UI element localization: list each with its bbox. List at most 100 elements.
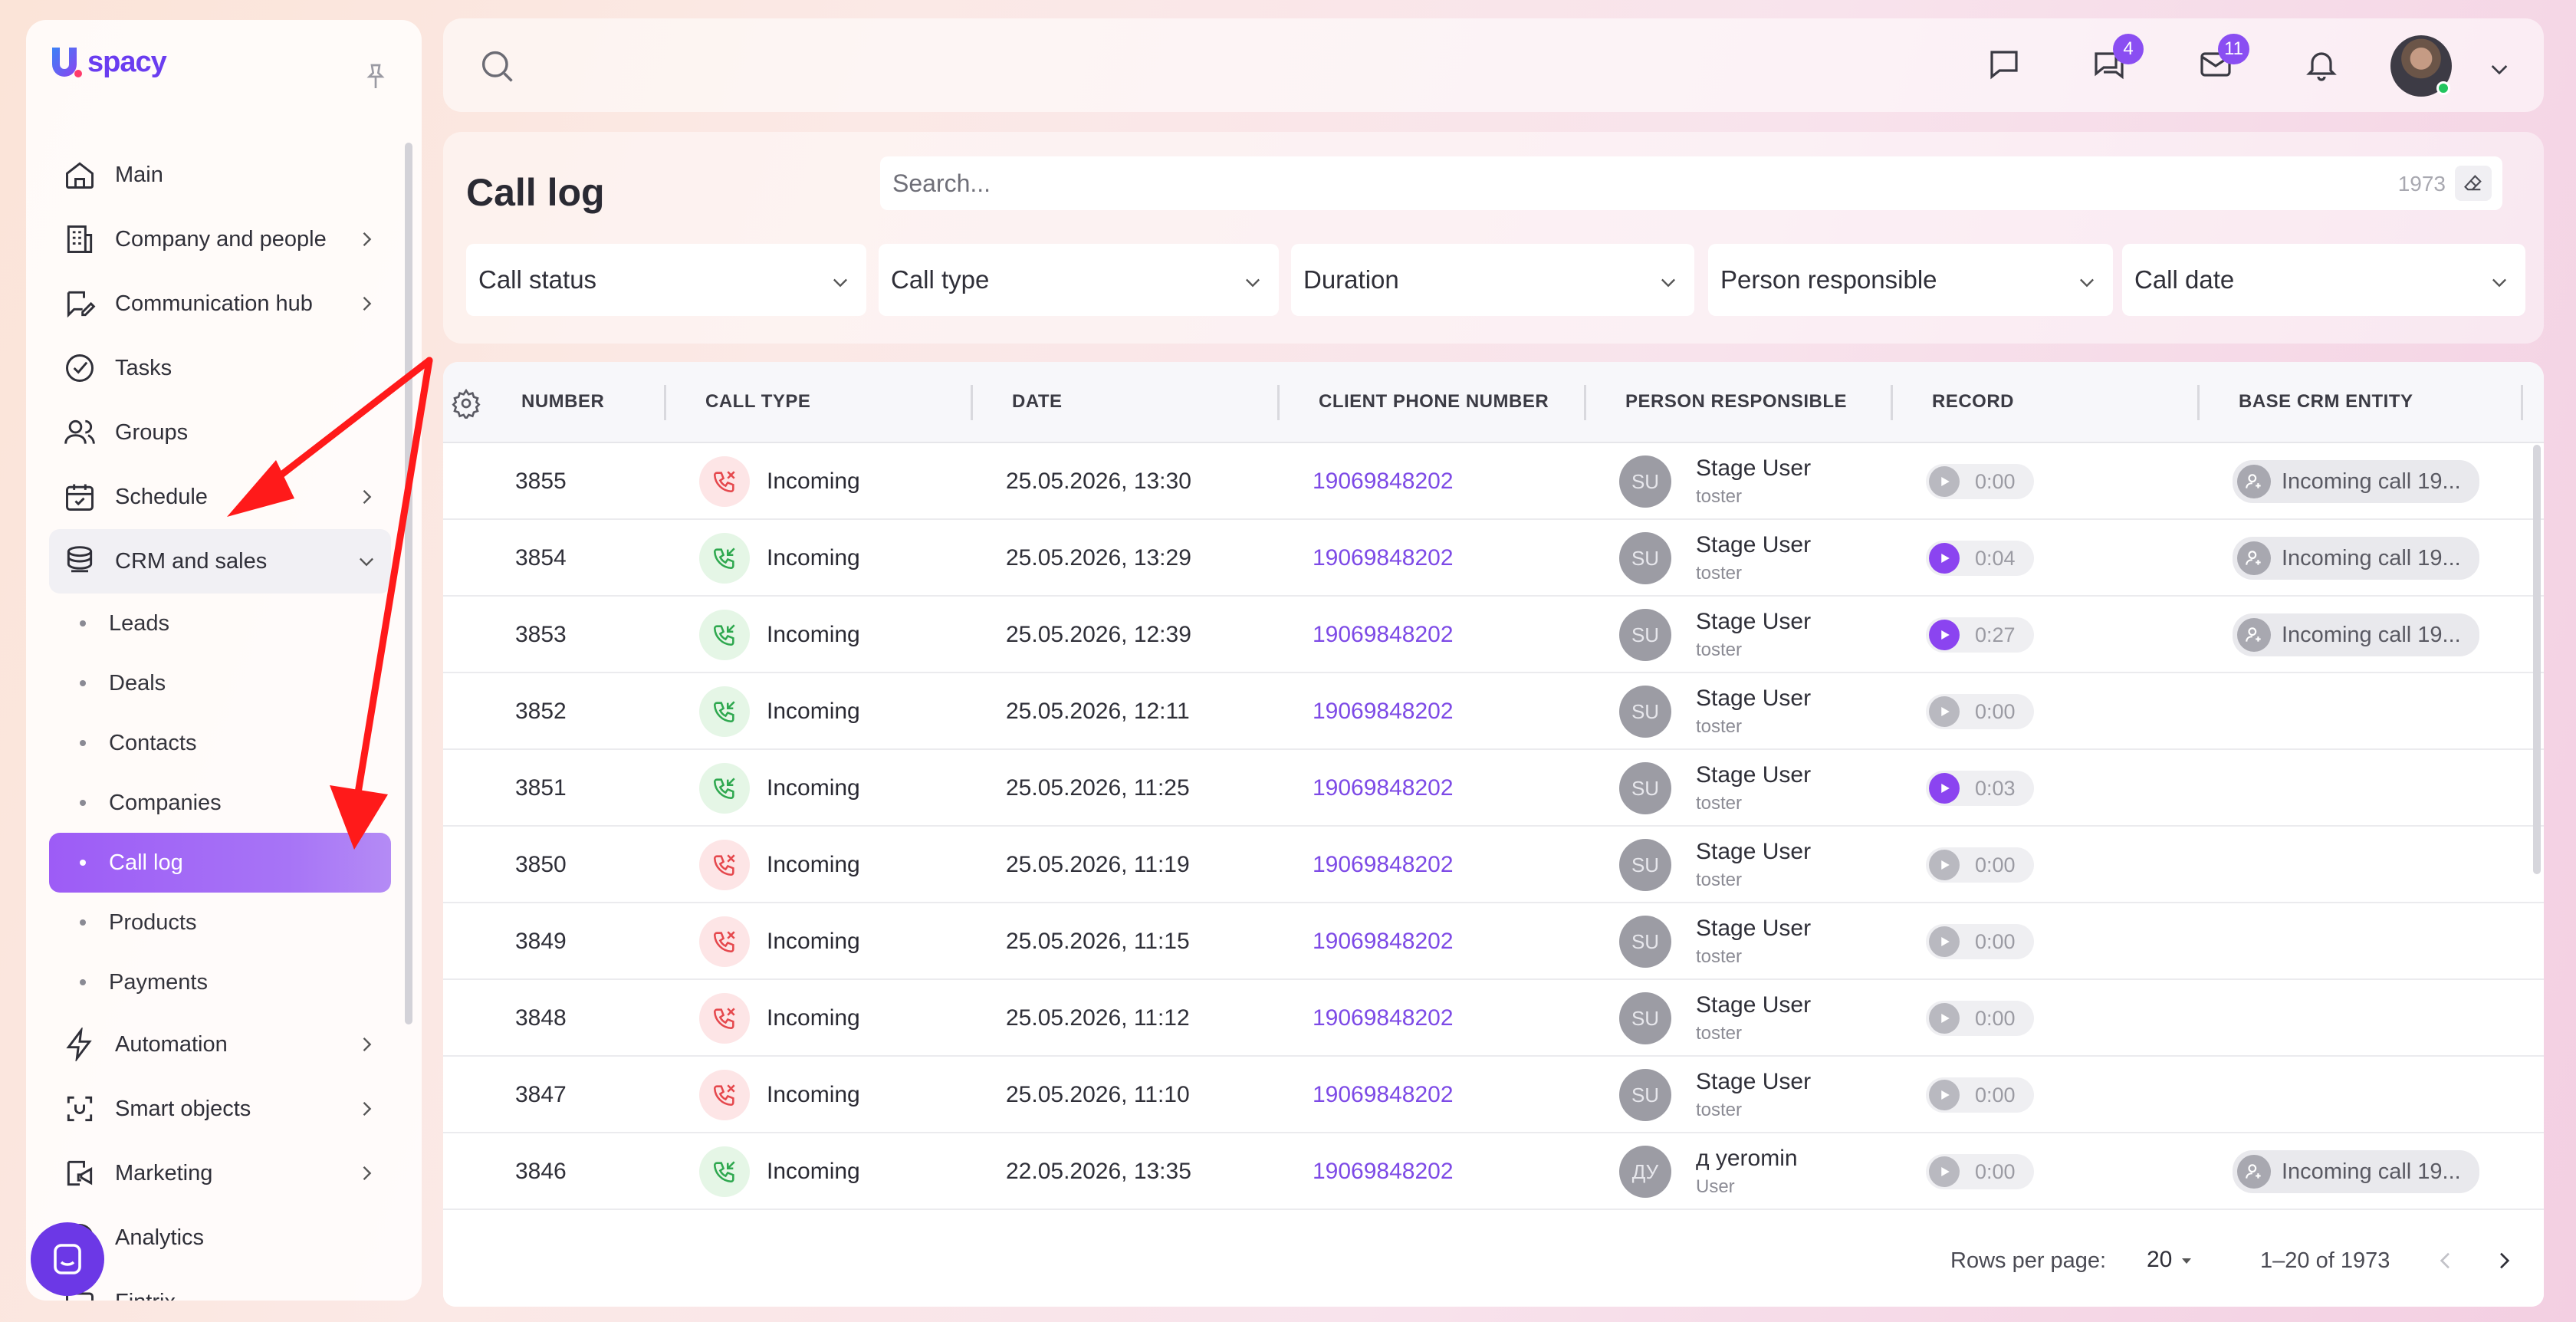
sidebar-item-communication-hub[interactable]: Communication hub bbox=[49, 271, 391, 336]
table-row[interactable]: 3851 Incoming 25.05.2026, 11:25 19069848202… bbox=[443, 750, 2544, 827]
column-header-base-crm-entity[interactable]: BASE CRM ENTITY bbox=[2239, 391, 2413, 413]
person-responsible-cell[interactable]: SU Stage User toster bbox=[1619, 750, 1811, 827]
sidebar-item-automation[interactable]: Automation bbox=[49, 1012, 391, 1077]
column-divider[interactable] bbox=[1891, 385, 1893, 420]
column-header-number[interactable]: NUMBER bbox=[521, 391, 604, 413]
user-avatar[interactable] bbox=[2390, 35, 2452, 97]
sidebar-subitem-leads[interactable]: Leads bbox=[49, 594, 391, 653]
person-responsible-cell[interactable]: SU Stage User toster bbox=[1619, 597, 1811, 673]
sidebar-item-groups[interactable]: Groups bbox=[49, 400, 391, 465]
play-icon[interactable] bbox=[1929, 1003, 1960, 1034]
audio-player[interactable]: 0:00 bbox=[1926, 1154, 2034, 1189]
sidebar-item-tasks[interactable]: Tasks bbox=[49, 336, 391, 400]
column-header-date[interactable]: DATE bbox=[1012, 391, 1063, 413]
column-header-person-responsible[interactable]: PERSON RESPONSIBLE bbox=[1625, 391, 1847, 413]
crm-entity-chip[interactable]: Incoming call 19... bbox=[2233, 613, 2479, 656]
caret-down-icon[interactable] bbox=[2177, 1251, 2196, 1274]
audio-player[interactable]: 0:00 bbox=[1926, 924, 2034, 959]
client-phone-link[interactable]: 19069848202 bbox=[1313, 827, 1454, 903]
sidebar-item-crm-and-sales[interactable]: CRM and sales bbox=[49, 529, 391, 594]
table-row[interactable]: 3852 Incoming 25.05.2026, 12:11 19069848202… bbox=[443, 673, 2544, 750]
column-header-client-phone[interactable]: CLIENT PHONE NUMBER bbox=[1319, 391, 1549, 413]
column-divider[interactable] bbox=[1584, 385, 1586, 420]
client-phone-link[interactable]: 19069848202 bbox=[1313, 443, 1454, 520]
play-icon[interactable] bbox=[1929, 926, 1960, 957]
column-header-record[interactable]: RECORD bbox=[1932, 391, 2014, 413]
sidebar-scrollbar[interactable] bbox=[405, 143, 412, 1024]
next-page-icon[interactable] bbox=[2487, 1244, 2521, 1278]
table-row[interactable]: 3854 Incoming 25.05.2026, 13:29 19069848202… bbox=[443, 520, 2544, 597]
pin-icon[interactable] bbox=[360, 61, 391, 92]
client-phone-link[interactable]: 19069848202 bbox=[1313, 750, 1454, 827]
audio-player[interactable]: 0:04 bbox=[1926, 541, 2034, 576]
person-responsible-cell[interactable]: ДУ д yeromin User bbox=[1619, 1133, 1798, 1210]
audio-player[interactable]: 0:00 bbox=[1926, 694, 2034, 729]
logo[interactable]: spacy bbox=[48, 43, 167, 81]
crm-entity-chip[interactable]: Incoming call 19... bbox=[2233, 1150, 2479, 1193]
table-row[interactable]: 3853 Incoming 25.05.2026, 12:39 19069848202… bbox=[443, 597, 2544, 673]
audio-player[interactable]: 0:00 bbox=[1926, 847, 2034, 883]
table-row[interactable]: 3850 Incoming 25.05.2026, 11:19 19069848202… bbox=[443, 827, 2544, 903]
play-icon[interactable] bbox=[1929, 543, 1960, 574]
sidebar-subitem-call-log[interactable]: Call log bbox=[49, 833, 391, 893]
filter-person-responsible[interactable]: Person responsible bbox=[1708, 244, 2113, 316]
person-responsible-cell[interactable]: SU Stage User toster bbox=[1619, 443, 1811, 520]
person-responsible-cell[interactable]: SU Stage User toster bbox=[1619, 520, 1811, 597]
table-row[interactable]: 3849 Incoming 25.05.2026, 11:15 19069848202… bbox=[443, 903, 2544, 980]
client-phone-link[interactable]: 19069848202 bbox=[1313, 903, 1454, 980]
sidebar-item-main[interactable]: Main bbox=[49, 143, 391, 207]
sidebar-subitem-deals[interactable]: Deals bbox=[49, 653, 391, 713]
sidebar-item-company-and-people[interactable]: Company and people bbox=[49, 207, 391, 271]
filter-call-status[interactable]: Call status bbox=[466, 244, 866, 316]
audio-player[interactable]: 0:03 bbox=[1926, 771, 2034, 806]
play-icon[interactable] bbox=[1929, 696, 1960, 727]
sidebar-item-smart-objects[interactable]: Smart objects bbox=[49, 1077, 391, 1141]
chat-widget-button[interactable] bbox=[31, 1222, 104, 1296]
play-icon[interactable] bbox=[1929, 773, 1960, 804]
table-row[interactable]: 3846 Incoming 22.05.2026, 13:35 19069848202… bbox=[443, 1133, 2544, 1210]
messenger-icon[interactable] bbox=[1983, 43, 2026, 86]
person-responsible-cell[interactable]: SU Stage User toster bbox=[1619, 903, 1811, 980]
client-phone-link[interactable]: 19069848202 bbox=[1313, 520, 1454, 597]
filter-duration[interactable]: Duration bbox=[1291, 244, 1694, 316]
column-divider[interactable] bbox=[1277, 385, 1280, 420]
audio-player[interactable]: 0:00 bbox=[1926, 464, 2034, 499]
sidebar-subitem-companies[interactable]: Companies bbox=[49, 773, 391, 833]
column-divider[interactable] bbox=[971, 385, 973, 420]
crm-entity-chip[interactable]: Incoming call 19... bbox=[2233, 460, 2479, 503]
audio-player[interactable]: 0:00 bbox=[1926, 1001, 2034, 1036]
search-icon[interactable] bbox=[477, 46, 517, 86]
chats-icon[interactable]: 4 bbox=[2088, 34, 2144, 86]
client-phone-link[interactable]: 19069848202 bbox=[1313, 980, 1454, 1057]
play-icon[interactable] bbox=[1929, 1156, 1960, 1187]
sidebar-subitem-payments[interactable]: Payments bbox=[49, 952, 391, 1012]
prev-page-icon[interactable] bbox=[2429, 1244, 2463, 1278]
column-divider[interactable] bbox=[664, 385, 666, 420]
column-header-call-type[interactable]: CALL TYPE bbox=[705, 391, 810, 413]
crm-entity-chip[interactable]: Incoming call 19... bbox=[2233, 537, 2479, 580]
client-phone-link[interactable]: 19069848202 bbox=[1313, 1133, 1454, 1210]
column-divider[interactable] bbox=[2521, 385, 2523, 420]
sidebar-subitem-products[interactable]: Products bbox=[49, 893, 391, 952]
column-divider[interactable] bbox=[2197, 385, 2200, 420]
sidebar-subitem-contacts[interactable]: Contacts bbox=[49, 713, 391, 773]
play-icon[interactable] bbox=[1929, 850, 1960, 880]
audio-player[interactable]: 0:00 bbox=[1926, 1077, 2034, 1113]
audio-player[interactable]: 0:27 bbox=[1926, 617, 2034, 653]
sidebar-item-schedule[interactable]: Schedule bbox=[49, 465, 391, 529]
play-icon[interactable] bbox=[1929, 466, 1960, 497]
table-row[interactable]: 3848 Incoming 25.05.2026, 11:12 19069848202… bbox=[443, 980, 2544, 1057]
person-responsible-cell[interactable]: SU Stage User toster bbox=[1619, 673, 1811, 750]
gear-icon[interactable] bbox=[451, 388, 481, 421]
person-responsible-cell[interactable]: SU Stage User toster bbox=[1619, 1057, 1811, 1133]
filter-call-date[interactable]: Call date bbox=[2122, 244, 2525, 316]
person-responsible-cell[interactable]: SU Stage User toster bbox=[1619, 980, 1811, 1057]
table-row[interactable]: 3855 Incoming 25.05.2026, 13:30 19069848202… bbox=[443, 443, 2544, 520]
table-row[interactable]: 3847 Incoming 25.05.2026, 11:10 19069848202… bbox=[443, 1057, 2544, 1133]
mail-icon[interactable]: 11 bbox=[2194, 34, 2249, 86]
person-responsible-cell[interactable]: SU Stage User toster bbox=[1619, 827, 1811, 903]
play-icon[interactable] bbox=[1929, 620, 1960, 650]
chevron-down-icon[interactable] bbox=[2487, 57, 2512, 81]
filter-call-type[interactable]: Call type bbox=[879, 244, 1279, 316]
eraser-icon[interactable] bbox=[2455, 166, 2492, 201]
